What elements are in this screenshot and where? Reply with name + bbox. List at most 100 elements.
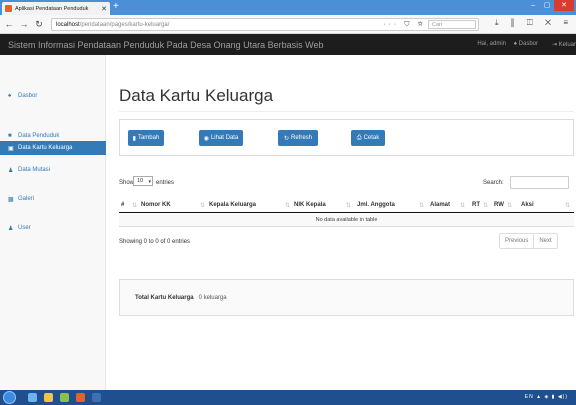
- sort-icon: ⇅: [346, 203, 352, 209]
- add-button-label: Tambah: [137, 135, 160, 141]
- sidebar-item-galeri[interactable]: ▩ Galeri: [0, 192, 106, 206]
- length-label-before: Show: [119, 180, 135, 186]
- app-title[interactable]: Sistem Informasi Pendataan Penduduk Pada…: [8, 40, 324, 50]
- table-header: # ⇅ Nomor KK ⇅ Kepala Keluarga ⇅ NIK Kep…: [119, 199, 574, 213]
- sidebar-item-label: Data Penduduk: [18, 133, 60, 139]
- refresh-button[interactable]: ↻ Refresh: [278, 130, 318, 146]
- col-rw[interactable]: RW: [494, 202, 504, 208]
- title-divider: [119, 111, 574, 112]
- print-label: Cetak: [363, 135, 380, 141]
- sort-icon: ⇅: [285, 203, 291, 209]
- logout-label: Keluar: [558, 42, 576, 48]
- firefox-icon[interactable]: [76, 393, 85, 402]
- folder-icon[interactable]: [44, 393, 53, 402]
- sidebar-item-user[interactable]: ♟ User: [0, 221, 106, 235]
- tab-title: Aplikasi Pendataan Penduduk: [15, 5, 89, 12]
- window-close-icon[interactable]: ✕: [554, 0, 574, 11]
- sidebar-item-data-mutasi[interactable]: ♟ Data Mutasi: [0, 163, 106, 177]
- action-panel: ▮ Tambah ◉ Lihat Data ↻ Refresh ⎙ Cetak: [119, 119, 574, 156]
- new-tab-icon[interactable]: +: [113, 1, 119, 12]
- reload-icon[interactable]: ↻: [33, 19, 45, 30]
- next-page-button[interactable]: Next: [533, 234, 556, 248]
- close-tab-icon[interactable]: ✕: [101, 5, 107, 13]
- browser-search-input[interactable]: Cari: [428, 20, 476, 29]
- sort-icon: ⇅: [565, 203, 571, 209]
- sidebar-item-label: Data Mutasi: [18, 167, 51, 173]
- address-bar[interactable]: ⓘ localhost/pendataan/pages/kartu-keluar…: [51, 18, 479, 212]
- sidebar-item-label: User: [18, 225, 31, 231]
- main-content: Data Kartu Keluarga ▮ Tambah ◉ Lihat Data …: [106, 55, 576, 390]
- mutation-icon: ♟: [8, 167, 14, 174]
- url-path: /pendataan/pages/kartu-keluarga/: [79, 21, 170, 28]
- start-button-icon[interactable]: [3, 391, 16, 404]
- previous-page-button[interactable]: Previous: [500, 234, 533, 248]
- sidebar: ♠ Dasbor ■ Data Penduduk ▣ Data Kartu Kelua…: [0, 55, 106, 390]
- header-dashboard-link[interactable]: ♠ Dasbor: [514, 41, 538, 47]
- window-controls: – ▢ ✕: [526, 0, 574, 11]
- print-button[interactable]: ⎙ Cetak: [351, 130, 385, 146]
- media-icon[interactable]: [60, 393, 69, 402]
- length-label-after: entries: [156, 180, 175, 186]
- maximize-icon[interactable]: ▢: [540, 0, 554, 11]
- back-icon[interactable]: ←: [3, 19, 15, 29]
- col-nomor-kk[interactable]: Nomor KK: [141, 202, 171, 208]
- total-panel: Total Kartu Keluarga 0 keluarga: [119, 279, 574, 316]
- add-icon: ▮: [132, 135, 136, 142]
- col-number[interactable]: #: [121, 202, 124, 208]
- sidebar-item-data-kartu-keluarga[interactable]: ▣ Data Kartu Keluarga: [0, 141, 106, 155]
- add-button[interactable]: ▮ Tambah: [128, 130, 164, 146]
- system-tray-icon[interactable]: EN ▲ ◈ ▮ ◀)): [525, 394, 568, 400]
- sidebar-item-label: Data Kartu Keluarga: [18, 145, 73, 151]
- col-nik-kepala[interactable]: NIK Kepala: [294, 202, 326, 208]
- sort-icon: ⇅: [460, 203, 466, 209]
- sort-icon: ⇅: [483, 203, 489, 209]
- minimize-icon[interactable]: –: [526, 0, 540, 11]
- browser-tab[interactable]: Aplikasi Pendataan Penduduk ✕: [2, 2, 110, 15]
- sidebar-item-label: Dasbor: [18, 93, 38, 99]
- sidebar-item-dasbor[interactable]: ♠ Dasbor: [0, 89, 106, 103]
- page-actions-icon[interactable]: ··· ⛉ ☆: [383, 21, 426, 29]
- app-header: Sistem Informasi Pendataan Penduduk Pada…: [0, 34, 576, 55]
- browser-titlebar: Aplikasi Pendataan Penduduk ✕ + – ▢ ✕: [0, 0, 576, 15]
- col-jml-anggota[interactable]: Jml. Anggota: [357, 202, 395, 208]
- forward-icon[interactable]: →: [18, 19, 30, 29]
- user-icon: ♟: [8, 225, 14, 232]
- table-info: Showing 0 to 0 of 0 entries: [119, 239, 191, 245]
- col-kepala-keluarga[interactable]: Kepala Keluarga: [209, 202, 256, 208]
- table-empty-row: No data available in table: [119, 214, 574, 227]
- col-alamat[interactable]: Alamat: [430, 202, 450, 208]
- view-data-label: Lihat Data: [210, 135, 239, 141]
- entries-length-select[interactable]: 10 ▾: [133, 176, 153, 186]
- word-icon[interactable]: [92, 393, 101, 402]
- sort-icon: ⇅: [132, 203, 138, 209]
- entries-length-value: 10: [137, 178, 144, 184]
- refresh-icon: ↻: [283, 135, 289, 142]
- table-search-label: Search:: [483, 180, 504, 186]
- os-taskbar: EN ▲ ◈ ▮ ◀)): [0, 390, 576, 405]
- refresh-label: Refresh: [291, 135, 313, 141]
- book-icon: ■: [8, 133, 12, 139]
- browser-toolbar-icons[interactable]: ⤓ ⫼ ◫ ✕ ≡: [495, 18, 573, 28]
- sort-icon: ⇅: [200, 203, 206, 209]
- url-host: localhost: [56, 21, 80, 28]
- col-aksi[interactable]: Aksi: [521, 202, 534, 208]
- col-rt[interactable]: RT: [472, 202, 480, 208]
- table-search-input[interactable]: [510, 176, 569, 189]
- ie-icon[interactable]: [28, 393, 37, 402]
- print-icon: ⎙: [356, 134, 362, 141]
- pagination: Previous Next: [499, 233, 558, 249]
- logout-link[interactable]: ⇥ Keluar: [552, 41, 576, 48]
- home-icon: ♠: [8, 93, 12, 99]
- page-title: Data Kartu Keluarga: [119, 86, 274, 105]
- total-value: 0 keluarga: [198, 294, 227, 301]
- user-greeting: Hai, admin: [477, 41, 506, 47]
- favicon-icon: [5, 5, 12, 12]
- image-icon: ▩: [8, 196, 14, 203]
- eye-icon: ◉: [203, 135, 209, 142]
- browser-navbar: ← → ↻ ⌂ ⓘ localhost/pendataan/pages/kart…: [0, 15, 576, 212]
- card-icon: ▣: [8, 145, 14, 152]
- view-data-button[interactable]: ◉ Lihat Data: [199, 130, 243, 146]
- chevron-down-icon: ▾: [148, 179, 151, 185]
- logout-icon: ⇥: [551, 42, 559, 48]
- sidebar-item-label: Galeri: [18, 196, 35, 202]
